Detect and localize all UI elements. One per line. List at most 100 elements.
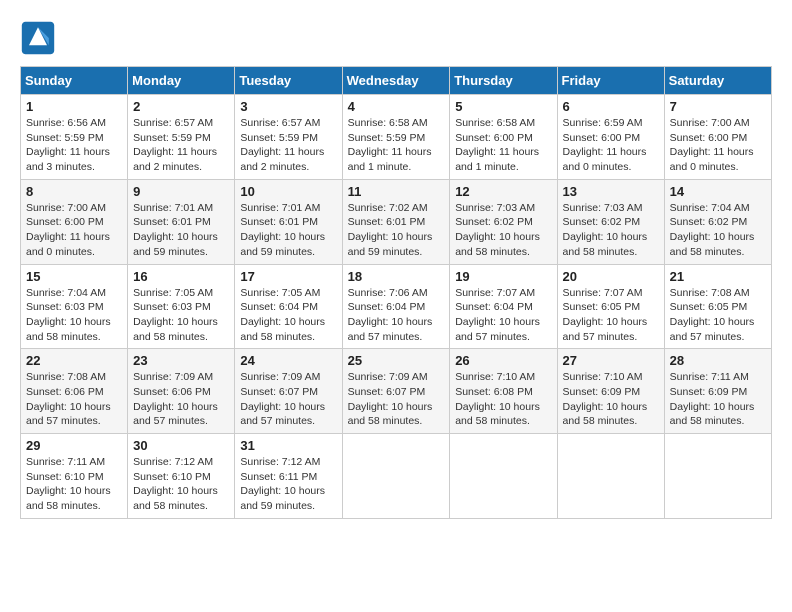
calendar-cell: 22 Sunrise: 7:08 AM Sunset: 6:06 PM Dayli… [21,349,128,434]
calendar-cell [557,434,664,519]
day-number: 9 [133,184,229,199]
day-info: Sunrise: 7:04 AM Sunset: 6:02 PM Dayligh… [670,201,766,260]
weekday-header: Monday [128,67,235,95]
day-info: Sunrise: 6:56 AM Sunset: 5:59 PM Dayligh… [26,116,122,175]
day-info: Sunrise: 7:01 AM Sunset: 6:01 PM Dayligh… [133,201,229,260]
calendar-cell: 27Sunrise: 7:10 AM Sunset: 6:09 PM Dayli… [557,349,664,434]
calendar-header-row: SundayMondayTuesdayWednesdayThursdayFrid… [21,67,772,95]
calendar-cell [664,434,771,519]
logo-icon [20,20,56,56]
day-number: 4 [348,99,445,114]
calendar-cell: 18 Sunrise: 7:06 AM Sunset: 6:04 PM Dayli… [342,264,450,349]
calendar-cell: 21 Sunrise: 7:08 AM Sunset: 6:05 PM Dayli… [664,264,771,349]
day-info: Sunrise: 6:58 AM Sunset: 5:59 PM Dayligh… [348,116,445,175]
day-info: Sunrise: 7:11 AM Sunset: 6:10 PM Dayligh… [26,455,122,514]
weekday-header: Friday [557,67,664,95]
day-info: Sunrise: 7:09 AM Sunset: 6:07 PM Dayligh… [348,370,445,429]
weekday-header: Tuesday [235,67,342,95]
calendar-cell: 30 Sunrise: 7:12 AM Sunset: 6:10 PM Dayli… [128,434,235,519]
day-number: 11 [348,184,445,199]
day-info: Sunrise: 7:08 AM Sunset: 6:05 PM Dayligh… [670,286,766,345]
calendar-cell: 24 Sunrise: 7:09 AM Sunset: 6:07 PM Dayli… [235,349,342,434]
day-info: Sunrise: 7:04 AM Sunset: 6:03 PM Dayligh… [26,286,122,345]
day-info: Sunrise: 7:09 AM Sunset: 6:07 PM Dayligh… [240,370,336,429]
day-info: Sunrise: 7:07 AM Sunset: 6:05 PM Dayligh… [563,286,659,345]
day-number: 30 [133,438,229,453]
calendar-cell: 12Sunrise: 7:03 AM Sunset: 6:02 PM Dayli… [450,179,557,264]
day-number: 19 [455,269,551,284]
calendar-cell: 15Sunrise: 7:04 AM Sunset: 6:03 PM Dayli… [21,264,128,349]
calendar-cell: 5 Sunrise: 6:58 AM Sunset: 6:00 PM Daylig… [450,95,557,180]
calendar-week-row: 22 Sunrise: 7:08 AM Sunset: 6:06 PM Dayli… [21,349,772,434]
calendar-cell [450,434,557,519]
calendar-cell: 11 Sunrise: 7:02 AM Sunset: 6:01 PM Dayli… [342,179,450,264]
calendar-cell: 6 Sunrise: 6:59 AM Sunset: 6:00 PM Daylig… [557,95,664,180]
day-number: 7 [670,99,766,114]
calendar-cell: 14 Sunrise: 7:04 AM Sunset: 6:02 PM Dayli… [664,179,771,264]
calendar-cell [342,434,450,519]
day-info: Sunrise: 7:05 AM Sunset: 6:03 PM Dayligh… [133,286,229,345]
day-number: 27 [563,353,659,368]
day-number: 21 [670,269,766,284]
day-info: Sunrise: 7:01 AM Sunset: 6:01 PM Dayligh… [240,201,336,260]
calendar-cell: 10 Sunrise: 7:01 AM Sunset: 6:01 PM Dayli… [235,179,342,264]
day-info: Sunrise: 7:12 AM Sunset: 6:11 PM Dayligh… [240,455,336,514]
logo [20,20,60,56]
day-number: 22 [26,353,122,368]
day-info: Sunrise: 7:05 AM Sunset: 6:04 PM Dayligh… [240,286,336,345]
day-number: 18 [348,269,445,284]
day-number: 26 [455,353,551,368]
calendar-cell: 23 Sunrise: 7:09 AM Sunset: 6:06 PM Dayli… [128,349,235,434]
day-number: 16 [133,269,229,284]
calendar-cell: 20 Sunrise: 7:07 AM Sunset: 6:05 PM Dayli… [557,264,664,349]
day-info: Sunrise: 6:59 AM Sunset: 6:00 PM Dayligh… [563,116,659,175]
day-info: Sunrise: 6:57 AM Sunset: 5:59 PM Dayligh… [240,116,336,175]
calendar-cell: 1 Sunrise: 6:56 AM Sunset: 5:59 PM Daylig… [21,95,128,180]
calendar-cell: 13Sunrise: 7:03 AM Sunset: 6:02 PM Dayli… [557,179,664,264]
weekday-header: Saturday [664,67,771,95]
day-info: Sunrise: 7:03 AM Sunset: 6:02 PM Dayligh… [563,201,659,260]
day-info: Sunrise: 7:08 AM Sunset: 6:06 PM Dayligh… [26,370,122,429]
day-number: 5 [455,99,551,114]
calendar-cell: 2 Sunrise: 6:57 AM Sunset: 5:59 PM Daylig… [128,95,235,180]
day-number: 3 [240,99,336,114]
calendar-cell: 17 Sunrise: 7:05 AM Sunset: 6:04 PM Dayli… [235,264,342,349]
calendar-week-row: 15Sunrise: 7:04 AM Sunset: 6:03 PM Dayli… [21,264,772,349]
day-number: 25 [348,353,445,368]
calendar-cell: 16 Sunrise: 7:05 AM Sunset: 6:03 PM Dayli… [128,264,235,349]
calendar-cell: 9 Sunrise: 7:01 AM Sunset: 6:01 PM Daylig… [128,179,235,264]
calendar-cell: 29 Sunrise: 7:11 AM Sunset: 6:10 PM Dayli… [21,434,128,519]
day-number: 28 [670,353,766,368]
calendar-table: SundayMondayTuesdayWednesdayThursdayFrid… [20,66,772,519]
calendar-cell: 4 Sunrise: 6:58 AM Sunset: 5:59 PM Daylig… [342,95,450,180]
day-info: Sunrise: 6:57 AM Sunset: 5:59 PM Dayligh… [133,116,229,175]
day-number: 8 [26,184,122,199]
calendar-cell: 31 Sunrise: 7:12 AM Sunset: 6:11 PM Dayli… [235,434,342,519]
calendar-cell: 8 Sunrise: 7:00 AM Sunset: 6:00 PM Daylig… [21,179,128,264]
day-number: 1 [26,99,122,114]
day-info: Sunrise: 7:06 AM Sunset: 6:04 PM Dayligh… [348,286,445,345]
day-info: Sunrise: 7:02 AM Sunset: 6:01 PM Dayligh… [348,201,445,260]
day-number: 2 [133,99,229,114]
day-number: 10 [240,184,336,199]
day-info: Sunrise: 7:07 AM Sunset: 6:04 PM Dayligh… [455,286,551,345]
day-number: 20 [563,269,659,284]
day-info: Sunrise: 7:00 AM Sunset: 6:00 PM Dayligh… [26,201,122,260]
calendar-week-row: 1 Sunrise: 6:56 AM Sunset: 5:59 PM Daylig… [21,95,772,180]
calendar-week-row: 29 Sunrise: 7:11 AM Sunset: 6:10 PM Dayli… [21,434,772,519]
day-number: 24 [240,353,336,368]
calendar-cell: 7Sunrise: 7:00 AM Sunset: 6:00 PM Daylig… [664,95,771,180]
day-number: 31 [240,438,336,453]
day-info: Sunrise: 7:09 AM Sunset: 6:06 PM Dayligh… [133,370,229,429]
weekday-header: Thursday [450,67,557,95]
day-number: 14 [670,184,766,199]
calendar-cell: 25 Sunrise: 7:09 AM Sunset: 6:07 PM Dayli… [342,349,450,434]
day-info: Sunrise: 6:58 AM Sunset: 6:00 PM Dayligh… [455,116,551,175]
day-info: Sunrise: 7:12 AM Sunset: 6:10 PM Dayligh… [133,455,229,514]
day-info: Sunrise: 7:10 AM Sunset: 6:08 PM Dayligh… [455,370,551,429]
calendar-cell: 28Sunrise: 7:11 AM Sunset: 6:09 PM Dayli… [664,349,771,434]
day-number: 23 [133,353,229,368]
day-number: 17 [240,269,336,284]
day-number: 6 [563,99,659,114]
day-number: 29 [26,438,122,453]
